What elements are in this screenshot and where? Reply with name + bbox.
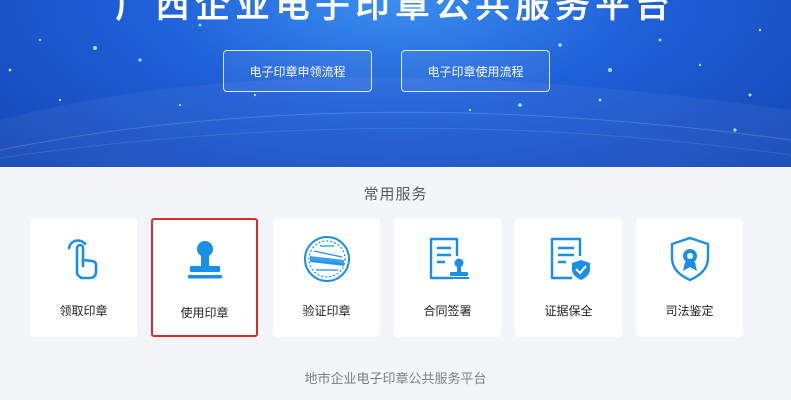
- services-section-title: 常用服务: [363, 185, 428, 203]
- service-label: 使用印章: [180, 306, 229, 320]
- contract-sign-icon: [429, 237, 469, 280]
- service-label: 合同签署: [423, 304, 472, 318]
- footer-text[interactable]: 地市企业电子印章公共服务平台: [0, 368, 791, 387]
- judicial-badge-icon: [670, 236, 709, 282]
- evidence-shield-icon: [550, 237, 590, 280]
- service-label: 证据保全: [544, 304, 593, 318]
- service-card-use-seal[interactable]: 使用印章: [151, 218, 258, 337]
- service-label: 验证印章: [302, 304, 351, 318]
- service-card-contract-sign[interactable]: 合同签署: [394, 218, 501, 337]
- seal-verify-icon: [303, 236, 350, 282]
- service-label: 领取印章: [59, 304, 108, 318]
- apply-process-button[interactable]: 电子印章申领流程: [223, 50, 372, 92]
- stamp-icon: [187, 241, 222, 279]
- service-card-verify-seal[interactable]: 验证印章: [273, 218, 380, 337]
- service-label: 司法鉴定: [665, 304, 714, 318]
- use-process-button[interactable]: 电子印章使用流程: [401, 50, 550, 92]
- hero-banner: 广西企业电子印章公共服务平台 电子印章申领流程 电子印章使用流程: [0, 0, 791, 167]
- hand-tap-icon: [67, 239, 97, 280]
- service-card-claim-seal[interactable]: 领取印章: [30, 218, 137, 337]
- platform-title: 广西企业电子印章公共服务平台: [115, 0, 676, 26]
- service-card-evidence-preserve[interactable]: 证据保全: [515, 218, 622, 337]
- service-card-judicial-appraisal[interactable]: 司法鉴定: [636, 218, 743, 337]
